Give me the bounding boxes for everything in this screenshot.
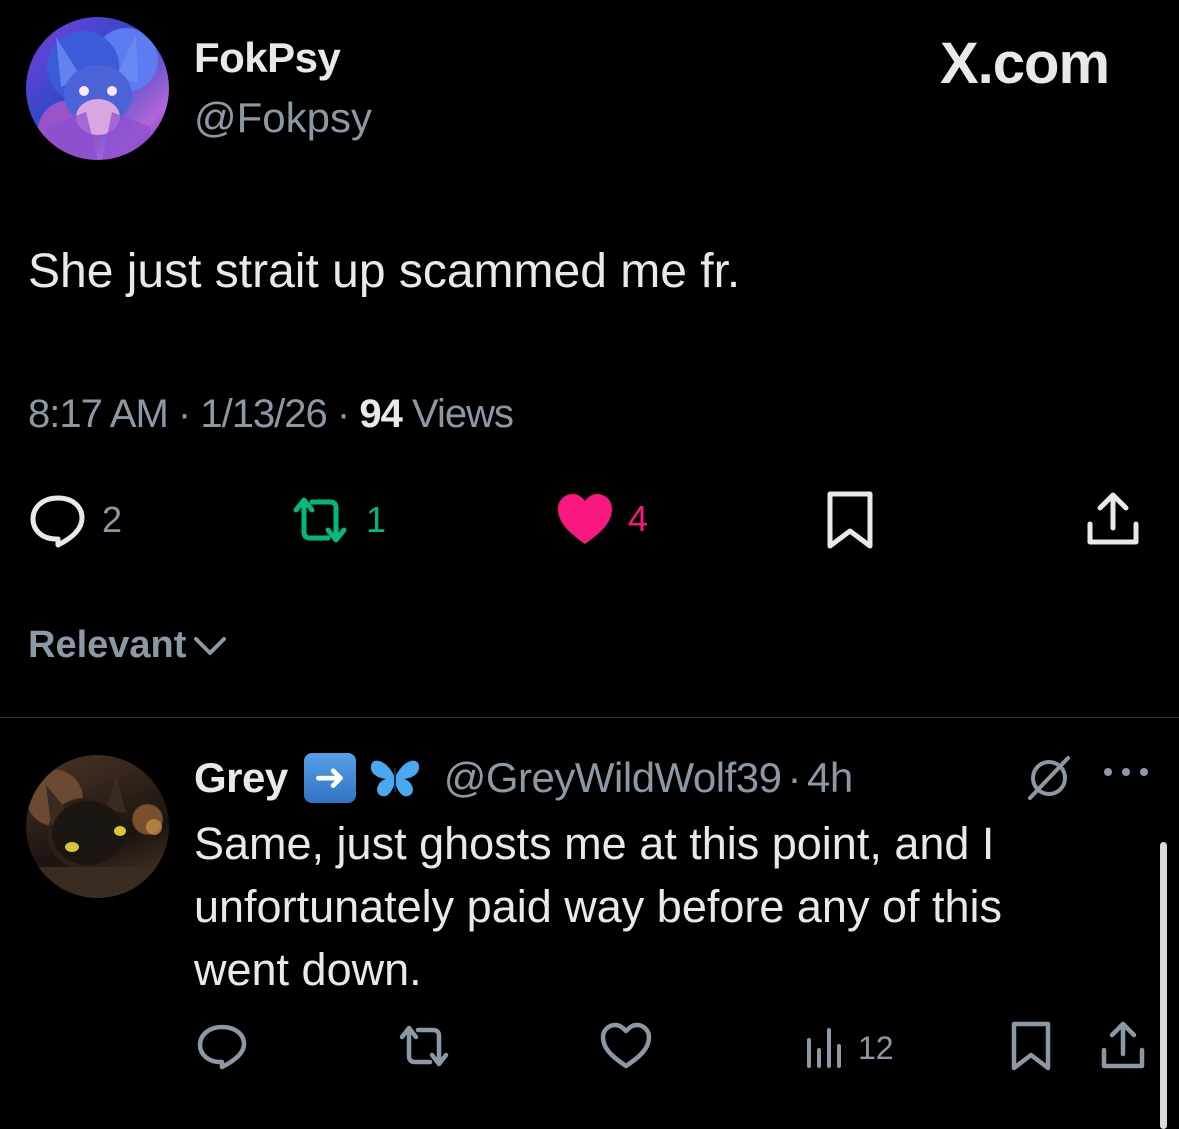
reply-handle[interactable]: @GreyWildWolf39 bbox=[444, 754, 782, 802]
reply-avatar-image bbox=[26, 775, 169, 898]
reply-views-count: 12 bbox=[858, 1029, 894, 1066]
author-handle[interactable]: @Fokpsy bbox=[194, 94, 372, 142]
meta-separator: · bbox=[787, 754, 802, 801]
views-count: 94 bbox=[359, 392, 402, 436]
reply-author-avatar[interactable] bbox=[26, 755, 169, 898]
reply-header: Grey @GreyWildWolf39 · 4h bbox=[194, 753, 853, 803]
bookmark-icon bbox=[827, 491, 873, 549]
slash-circle-icon bbox=[1028, 756, 1070, 800]
meta-separator: · bbox=[177, 392, 201, 436]
bookmark-icon bbox=[1011, 1021, 1051, 1071]
reply-share-button[interactable] bbox=[1100, 1020, 1146, 1072]
meta-separator: · bbox=[336, 392, 360, 436]
butterfly-icon bbox=[370, 760, 419, 797]
reply-text: Same, just ghosts me at this point, and … bbox=[194, 812, 1134, 1001]
repost-arrows-icon bbox=[399, 1025, 449, 1067]
reply-text-line: went down. bbox=[194, 944, 422, 995]
speech-bubble-icon bbox=[197, 1024, 247, 1070]
author-avatar-image bbox=[46, 35, 151, 160]
reply-bookmark-button[interactable] bbox=[1010, 1020, 1052, 1072]
reply-age[interactable]: 4h bbox=[807, 754, 853, 802]
reply-reply-button[interactable] bbox=[196, 1022, 248, 1070]
chevron-down-icon bbox=[194, 636, 227, 655]
more-options-button[interactable] bbox=[1102, 762, 1150, 787]
heart-icon bbox=[558, 494, 612, 544]
grok-button[interactable] bbox=[1024, 752, 1074, 807]
like-button[interactable]: 4 bbox=[556, 492, 648, 546]
sort-label: Relevant bbox=[28, 624, 187, 666]
ellipsis-icon bbox=[1104, 768, 1148, 776]
author-avatar[interactable] bbox=[26, 17, 169, 160]
reply-text-line: Same, just ghosts me at this point, and … bbox=[194, 818, 995, 869]
reply-button[interactable]: 2 bbox=[28, 492, 122, 548]
x-com-watermark: X.com bbox=[940, 31, 1110, 96]
speech-bubble-icon bbox=[30, 495, 85, 548]
like-count: 4 bbox=[628, 498, 649, 539]
reply-text-line: unfortunately paid way before any of thi… bbox=[194, 881, 1003, 932]
reply-like-button[interactable] bbox=[600, 1022, 652, 1070]
repost-arrows-icon bbox=[293, 497, 347, 543]
views-label: Views bbox=[411, 392, 514, 436]
share-upload-icon bbox=[1087, 492, 1139, 545]
bookmark-button[interactable] bbox=[826, 490, 874, 550]
tweet-text: She just strait up scammed me fr. bbox=[28, 245, 741, 298]
tweet-time[interactable]: 8:17 AM bbox=[28, 392, 169, 436]
sort-dropdown[interactable]: Relevant bbox=[28, 624, 230, 667]
share-upload-icon bbox=[1101, 1021, 1145, 1069]
right-arrow-emoji-icon bbox=[303, 753, 356, 803]
scrollbar[interactable] bbox=[1160, 842, 1167, 1129]
share-button[interactable] bbox=[1086, 490, 1140, 548]
heart-icon bbox=[600, 1022, 652, 1069]
section-divider bbox=[0, 717, 1179, 718]
reply-views-button[interactable]: 12 bbox=[804, 1026, 894, 1070]
repost-button[interactable]: 1 bbox=[288, 492, 386, 548]
repost-count: 1 bbox=[366, 499, 387, 540]
tweet-meta: 8:17 AM · 1/13/26 · 94 Views bbox=[28, 392, 514, 437]
reply-repost-button[interactable] bbox=[396, 1022, 452, 1070]
reply-count: 2 bbox=[102, 499, 123, 540]
tweet-date[interactable]: 1/13/26 bbox=[200, 392, 327, 436]
reply-display-name[interactable]: Grey bbox=[194, 754, 288, 802]
bar-chart-icon bbox=[807, 1028, 841, 1068]
author-display-name[interactable]: FokPsy bbox=[194, 34, 341, 82]
